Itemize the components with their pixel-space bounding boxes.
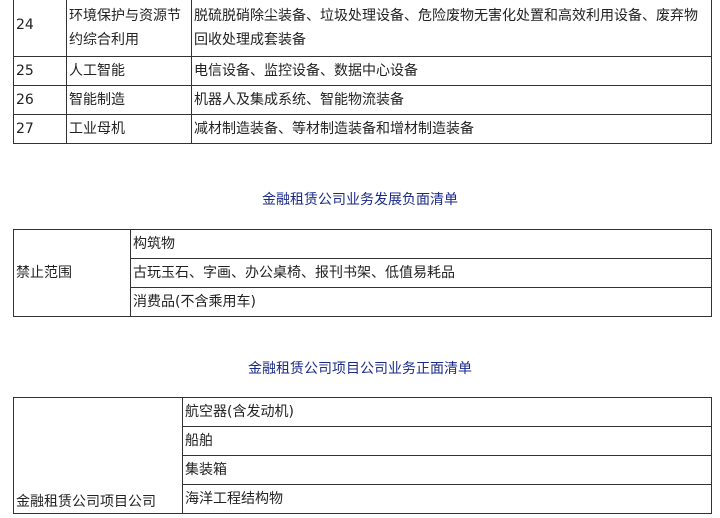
table-row: 27 工业母机 减材制造装备、等材制造装备和增材制造装备 <box>13 114 712 144</box>
row-number: 26 <box>13 85 67 115</box>
row-items: 脱硫脱硝除尘装备、垃圾处理设备、危险废物无害化处置和高效利用设备、废弃物回收处理… <box>191 0 712 57</box>
prohibited-item: 构筑物 <box>130 229 712 259</box>
permitted-item: 海洋工程结构物 <box>182 484 712 514</box>
permitted-item: 航空器(含发动机) <box>182 397 712 427</box>
row-category: 人工智能 <box>66 56 192 86</box>
row-number: 27 <box>13 114 67 144</box>
table-row: 25 人工智能 电信设备、监控设备、数据中心设备 <box>13 56 712 86</box>
permitted-item: 集装箱 <box>182 455 712 485</box>
row-category: 智能制造 <box>66 85 192 115</box>
row-items: 减材制造装备、等材制造装备和增材制造装备 <box>191 114 712 144</box>
permitted-item: 船舶 <box>182 426 712 456</box>
table-row: 金融租赁公司项目公司 航空器(含发动机) <box>13 397 712 514</box>
row-items: 机器人及集成系统、智能物流装备 <box>191 85 712 115</box>
prohibited-item: 消费品(不含乘用车) <box>130 287 712 317</box>
project-company-label: 金融租赁公司项目公司 <box>13 397 183 514</box>
row-number: 25 <box>13 56 67 86</box>
row-items: 电信设备、监控设备、数据中心设备 <box>191 56 712 86</box>
table-row: 24 环境保护与资源节约综合利用 脱硫脱硝除尘装备、垃圾处理设备、危险废物无害化… <box>13 0 712 57</box>
table-row: 26 智能制造 机器人及集成系统、智能物流装备 <box>13 85 712 115</box>
industry-equipment-table: 24 环境保护与资源节约综合利用 脱硫脱硝除尘装备、垃圾处理设备、危险废物无害化… <box>13 0 712 144</box>
positive-list-table: 金融租赁公司项目公司 航空器(含发动机) 船舶 集装箱 海洋工程结构物 <box>13 397 712 514</box>
prohibited-item: 古玩玉石、字画、办公桌椅、报刊书架、低值易耗品 <box>130 258 712 288</box>
prohibited-scope-label: 禁止范围 <box>13 229 131 317</box>
negative-list-title: 金融租赁公司业务发展负面清单 <box>262 192 458 208</box>
negative-list-table: 禁止范围 构筑物 古玩玉石、字画、办公桌椅、报刊书架、低值易耗品 消费品(不含乘… <box>13 229 712 317</box>
row-number: 24 <box>13 0 67 57</box>
row-category: 环境保护与资源节约综合利用 <box>66 0 192 57</box>
table-row: 禁止范围 构筑物 <box>13 229 712 317</box>
positive-list-title: 金融租赁公司项目公司业务正面清单 <box>248 361 472 377</box>
row-category: 工业母机 <box>66 114 192 144</box>
